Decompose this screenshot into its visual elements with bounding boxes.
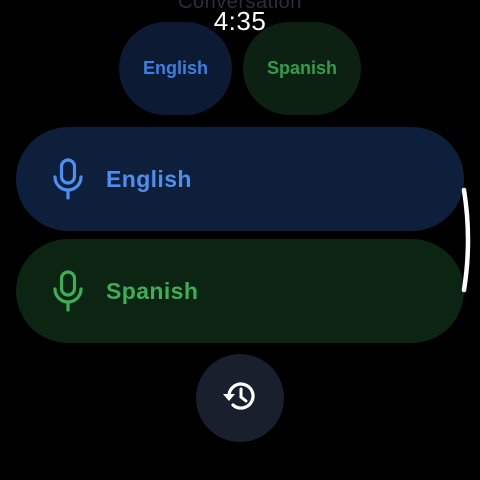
mic-icon bbox=[52, 158, 84, 200]
history-button[interactable] bbox=[196, 354, 284, 442]
first-language-chip-label: English bbox=[142, 58, 208, 78]
first-language-chip[interactable]: English bbox=[119, 22, 232, 115]
speak-spanish-button[interactable]: Spanish bbox=[16, 239, 464, 343]
scroll-indicator[interactable] bbox=[460, 186, 478, 294]
second-language-chip-label: Spanish bbox=[266, 58, 337, 78]
second-language-chip[interactable]: Spanish bbox=[243, 22, 361, 115]
mic-icon bbox=[52, 270, 84, 312]
speak-spanish-label: Spanish bbox=[106, 277, 199, 304]
clock-time: 4:35 bbox=[213, 6, 267, 36]
speak-english-button[interactable]: English bbox=[16, 127, 464, 231]
speak-english-label: English bbox=[106, 165, 192, 192]
watch-screen: Conversation 4:35 English Spanish Englis… bbox=[0, 0, 480, 480]
history-icon bbox=[220, 376, 260, 421]
